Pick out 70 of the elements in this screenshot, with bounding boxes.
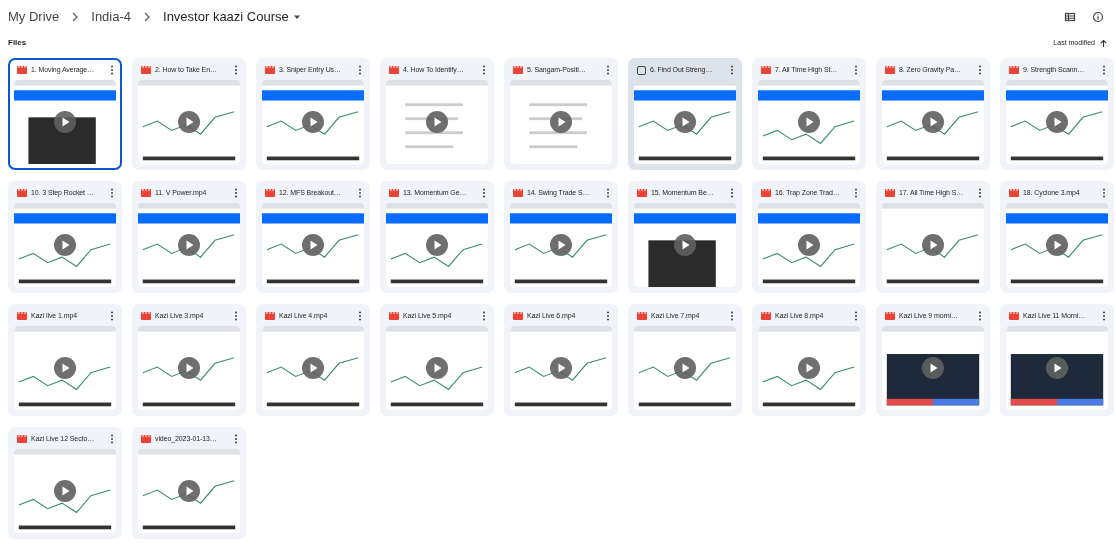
video-file-icon <box>513 189 523 197</box>
play-icon[interactable] <box>54 111 76 133</box>
more-options-icon[interactable] <box>232 188 240 198</box>
video-file-icon <box>17 66 27 74</box>
video-file-icon <box>265 66 275 74</box>
checkbox[interactable] <box>637 65 646 75</box>
video-file-icon <box>885 189 895 197</box>
more-options-icon[interactable] <box>604 65 612 75</box>
more-options-icon[interactable] <box>852 65 860 75</box>
more-options-icon[interactable] <box>232 434 240 444</box>
arrow-up-icon[interactable] <box>1099 38 1108 48</box>
video-file-icon <box>389 312 399 320</box>
list-view-icon[interactable] <box>1064 11 1076 23</box>
video-file-icon <box>637 312 647 320</box>
more-options-icon[interactable] <box>728 65 736 75</box>
video-file-icon <box>513 312 523 320</box>
more-options-icon[interactable] <box>356 65 364 75</box>
more-options-icon[interactable] <box>1100 311 1108 321</box>
more-options-icon[interactable] <box>604 311 612 321</box>
video-file-icon <box>389 189 399 197</box>
more-options-icon[interactable] <box>852 188 860 198</box>
video-file-icon <box>761 312 771 320</box>
breadcrumb-link[interactable]: My Drive <box>8 7 60 27</box>
video-file-icon <box>17 435 27 443</box>
caret-icon[interactable] <box>292 13 301 21</box>
more-options-icon[interactable] <box>976 311 984 321</box>
video-file-icon <box>1009 66 1019 74</box>
breadcrumb-link[interactable]: India-4 <box>91 7 132 27</box>
video-file-icon <box>761 66 771 74</box>
more-options-icon[interactable] <box>108 434 116 444</box>
info-icon[interactable] <box>1092 11 1104 23</box>
more-options-icon[interactable] <box>232 311 240 321</box>
more-options-icon[interactable] <box>1100 188 1108 198</box>
play-icon[interactable] <box>674 234 696 256</box>
video-file-icon <box>1009 312 1019 320</box>
video-file-icon <box>885 312 895 320</box>
video-file-icon <box>885 66 895 74</box>
more-options-icon[interactable] <box>976 188 984 198</box>
more-options-icon[interactable] <box>108 188 116 198</box>
video-file-icon <box>513 66 523 74</box>
video-file-icon <box>17 312 27 320</box>
more-options-icon[interactable] <box>232 65 240 75</box>
video-file-icon <box>141 312 151 320</box>
video-file-icon <box>141 189 151 197</box>
more-options-icon[interactable] <box>480 311 488 321</box>
more-options-icon[interactable] <box>1100 65 1108 75</box>
current-folder-menu[interactable]: Investor kaazi Course <box>163 7 301 27</box>
more-options-icon[interactable] <box>976 65 984 75</box>
video-file-icon <box>141 435 151 443</box>
more-options-icon[interactable] <box>604 188 612 198</box>
more-options-icon[interactable] <box>356 311 364 321</box>
more-options-icon[interactable] <box>852 311 860 321</box>
more-options-icon[interactable] <box>480 188 488 198</box>
video-file-icon <box>17 189 27 197</box>
video-file-icon <box>389 66 399 74</box>
video-file-icon <box>761 189 771 197</box>
more-options-icon[interactable] <box>728 311 736 321</box>
section-heading: Files <box>8 37 27 49</box>
play-icon[interactable] <box>922 357 944 379</box>
video-file-icon <box>637 189 647 197</box>
more-options-icon[interactable] <box>108 65 116 75</box>
more-options-icon[interactable] <box>108 311 116 321</box>
play-icon[interactable] <box>1046 357 1068 379</box>
video-file-icon <box>265 312 275 320</box>
more-options-icon[interactable] <box>356 188 364 198</box>
more-options-icon[interactable] <box>480 65 488 75</box>
video-file-icon <box>1009 189 1019 197</box>
more-options-icon[interactable] <box>728 188 736 198</box>
video-file-icon <box>265 189 275 197</box>
video-file-icon <box>141 66 151 74</box>
